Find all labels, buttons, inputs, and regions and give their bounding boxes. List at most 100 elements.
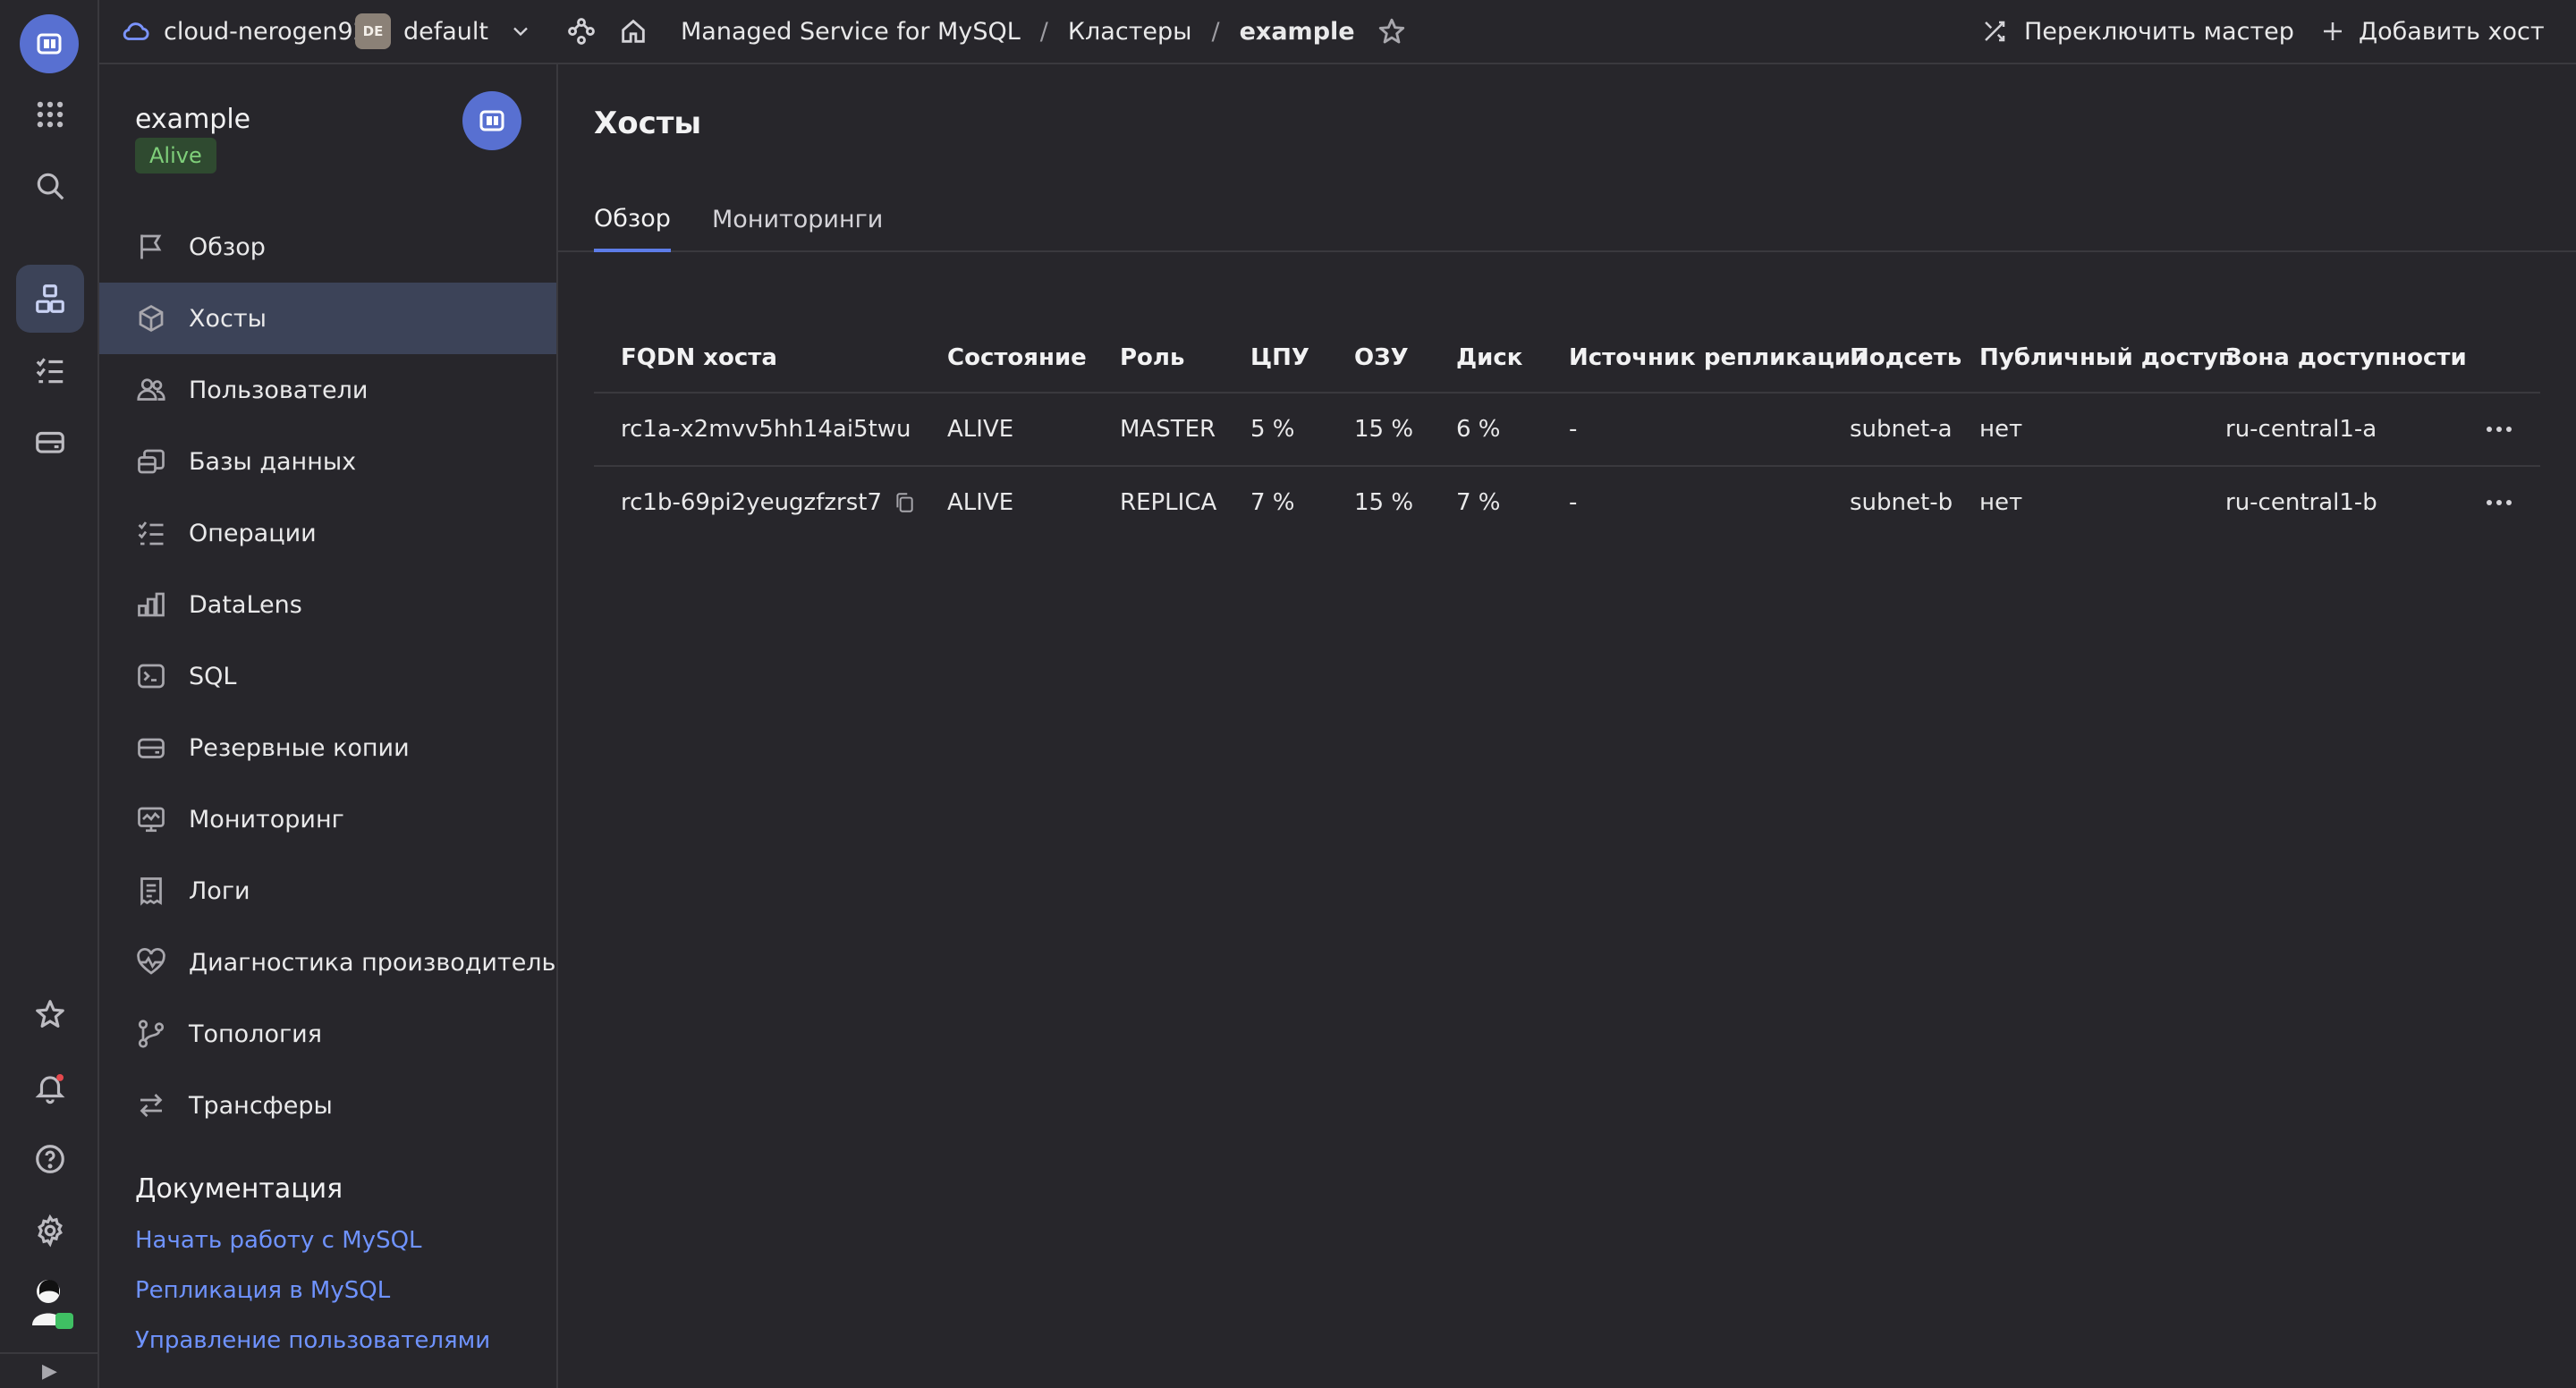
row-actions [2481, 394, 2517, 465]
column-header-public-access[interactable]: Публичный доступ [1979, 322, 2234, 394]
chevron-down-icon [513, 27, 528, 37]
more-actions-icon[interactable] [2481, 485, 2517, 520]
host-ram: 15 % [1354, 489, 1414, 516]
host-public-access: нет [1979, 416, 2023, 443]
column-header-replication-source[interactable]: Источник репликации [1569, 322, 1867, 394]
chart-bars-icon [135, 588, 167, 621]
sidebar-item-label: Операции [189, 519, 317, 547]
breadcrumb-service[interactable]: Managed Service for MySQL [681, 18, 1021, 46]
host-role: MASTER [1120, 416, 1216, 443]
resource-hierarchy-icon[interactable] [566, 0, 597, 63]
add-host-button[interactable]: Добавить хост [2319, 0, 2545, 63]
breadcrumb-clusters[interactable]: Кластеры [1068, 18, 1192, 46]
host-state: ALIVE [947, 416, 1014, 443]
settings-gear-icon[interactable] [16, 1197, 84, 1265]
home-icon[interactable] [618, 0, 648, 63]
table-header: FQDN хоста Состояние Роль ЦПУ ОЗУ Диск И… [594, 322, 2540, 394]
host-fqdn: rc1b-69pi2yeugzfzrst7 [621, 489, 882, 516]
sidebar-item-label: DataLens [189, 590, 302, 619]
sidebar-item-logs[interactable]: Логи [99, 855, 556, 927]
host-public-access: нет [1979, 489, 2023, 516]
doc-link-getting-started[interactable]: Начать работу с MySQL [135, 1227, 422, 1254]
search-icon[interactable] [16, 152, 84, 220]
clusters-icon[interactable] [16, 265, 84, 333]
host-state: ALIVE [947, 489, 1014, 516]
list-check-icon [135, 517, 167, 549]
sidebar-item-users[interactable]: Пользователи [99, 354, 556, 426]
folder-badge: DE [355, 13, 391, 49]
cluster-sidebar: example Alive Обзор Хосты Пользователи Б… [99, 64, 558, 1388]
operations-icon[interactable] [16, 336, 84, 404]
doc-link-user-management[interactable]: Управление пользователями [135, 1327, 490, 1354]
sidebar-item-topology[interactable]: Топология [99, 998, 556, 1070]
star-icon[interactable] [16, 980, 84, 1048]
backups-icon[interactable] [16, 408, 84, 476]
column-header-fqdn[interactable]: FQDN хоста [621, 322, 777, 394]
sidebar-nav: Обзор Хосты Пользователи Базы данных Опе… [99, 211, 556, 1141]
sidebar-item-backups[interactable]: Резервные копии [99, 712, 556, 783]
sidebar-item-label: Пользователи [189, 376, 369, 404]
table-row[interactable]: rc1b-69pi2yeugzfzrst7 ALIVE REPLICA 7 % … [594, 467, 2540, 540]
shuffle-icon [1985, 21, 2005, 42]
host-fqdn-cell: rc1b-69pi2yeugzfzrst7 [621, 467, 916, 538]
expand-rail-button[interactable]: ▶ [0, 1352, 99, 1388]
databases-icon [135, 445, 167, 478]
notifications-bell-icon[interactable] [16, 1054, 84, 1121]
breadcrumb-current: example [1239, 17, 1355, 46]
tab-overview[interactable]: Обзор [594, 188, 671, 252]
page-title: Хосты [594, 106, 702, 141]
doc-link-replication[interactable]: Репликация в MySQL [135, 1277, 390, 1304]
row-actions [2481, 467, 2517, 538]
sidebar-item-operations[interactable]: Операции [99, 497, 556, 569]
column-header-role[interactable]: Роль [1120, 322, 1184, 394]
sidebar-item-sql[interactable]: SQL [99, 640, 556, 712]
folder-selector[interactable]: DE default [355, 0, 533, 63]
sidebar-item-label: Хосты [189, 304, 267, 333]
all-services-icon[interactable] [16, 80, 84, 148]
sidebar-item-diagnostics[interactable]: Диагностика производитель... [99, 927, 556, 998]
sidebar-item-monitoring[interactable]: Мониторинг [99, 783, 556, 855]
sidebar-item-databases[interactable]: Базы данных [99, 426, 556, 497]
global-rail: ▶ [0, 0, 99, 1388]
main-content: Хосты Обзор Мониторинги FQDN хоста Состо… [558, 64, 2576, 1388]
mysql-service-icon [462, 91, 521, 150]
switch-master-button[interactable]: Переключить мастер [1981, 0, 2294, 63]
column-header-cpu[interactable]: ЦПУ [1250, 322, 1309, 394]
host-subnet-link[interactable]: subnet-a [1850, 394, 1953, 465]
column-header-zone[interactable]: Зона доступности [2225, 322, 2467, 394]
column-header-disk[interactable]: Диск [1456, 322, 1522, 394]
breadcrumb: Managed Service for MySQL / Кластеры / e… [681, 0, 1407, 63]
favorite-star-icon[interactable] [1377, 16, 1407, 47]
host-ram: 15 % [1354, 416, 1414, 443]
host-disk: 7 % [1456, 489, 1501, 516]
sidebar-item-label: Диагностика производитель... [189, 948, 558, 977]
sidebar-item-label: Топология [189, 1020, 322, 1048]
sidebar-item-label: Логи [189, 876, 250, 905]
cloud-selector[interactable]: cloud-nerogen92 [121, 0, 369, 63]
cloud-icon [123, 22, 149, 40]
sidebar-item-transfers[interactable]: Трансферы [99, 1070, 556, 1141]
cube-icon [135, 302, 167, 334]
column-header-state[interactable]: Состояние [947, 322, 1087, 394]
docs-title: Документация [135, 1173, 343, 1205]
sidebar-item-label: Обзор [189, 233, 266, 261]
sidebar-item-datalens[interactable]: DataLens [99, 569, 556, 640]
host-cpu: 5 % [1250, 416, 1295, 443]
host-subnet-link[interactable]: subnet-b [1850, 467, 1953, 538]
more-actions-icon[interactable] [2481, 411, 2517, 447]
column-header-ram[interactable]: ОЗУ [1354, 322, 1409, 394]
table-row[interactable]: rc1a-x2mvv5hh14ai5twu ALIVE MASTER 5 % 1… [594, 394, 2540, 467]
host-zone: ru-central1-b [2225, 489, 2377, 516]
host-replication-source: - [1569, 416, 1578, 443]
copy-icon[interactable] [893, 491, 916, 514]
cluster-name: example [135, 104, 251, 135]
users-icon [135, 374, 167, 406]
sidebar-item-overview[interactable]: Обзор [99, 211, 556, 283]
tab-monitoring[interactable]: Мониторинги [712, 188, 883, 250]
service-logo-icon[interactable] [20, 14, 79, 73]
column-header-subnet[interactable]: Подсеть [1850, 322, 1962, 394]
help-icon[interactable] [16, 1125, 84, 1193]
user-avatar[interactable] [25, 1274, 75, 1331]
sidebar-item-hosts[interactable]: Хосты [99, 283, 556, 354]
folder-name: default [403, 17, 489, 46]
